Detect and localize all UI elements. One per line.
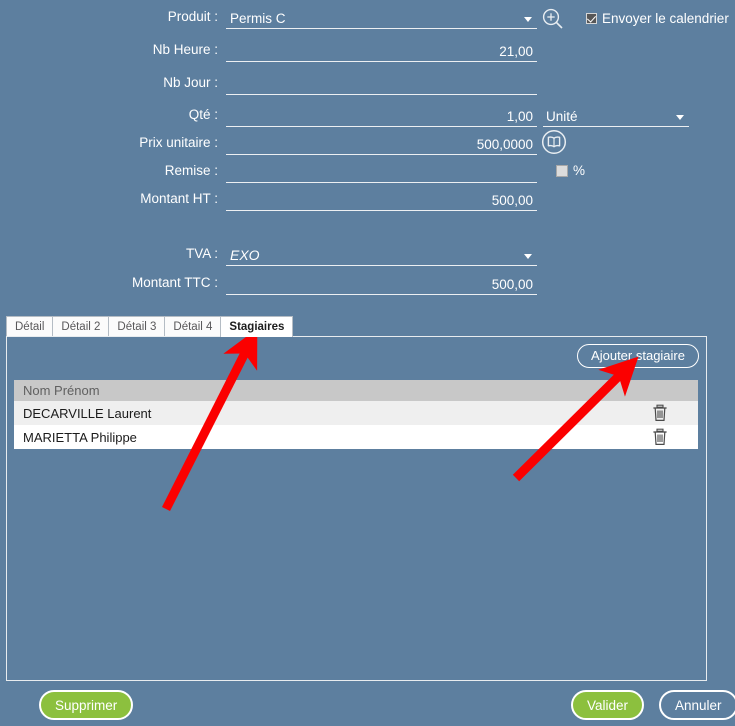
label-qte: Qté : bbox=[188, 107, 218, 122]
form-row-nb-heure: Nb Heure : 21,00 bbox=[0, 39, 735, 67]
value-tva: EXO bbox=[230, 247, 260, 263]
validate-button[interactable]: Valider bbox=[571, 690, 645, 720]
checkbox-checked-icon[interactable] bbox=[586, 13, 597, 24]
label-prix-unitaire: Prix unitaire : bbox=[139, 135, 218, 150]
value-prix-unitaire: 500,0000 bbox=[476, 137, 533, 152]
magnifier-plus-icon[interactable] bbox=[540, 6, 566, 32]
tab-detail-2[interactable]: Détail 2 bbox=[52, 316, 110, 337]
form-row-tva: TVA : EXO bbox=[0, 243, 735, 271]
form-row-remise: Remise : bbox=[0, 160, 735, 188]
chevron-down-icon bbox=[524, 17, 532, 22]
label-nb-heure: Nb Heure : bbox=[152, 42, 218, 57]
delete-button[interactable]: Supprimer bbox=[39, 690, 134, 720]
label-montant-ttc: Montant TTC : bbox=[131, 275, 218, 290]
table-column-header-nom-prenom: Nom Prénom bbox=[14, 380, 698, 401]
tab-detail[interactable]: Détail bbox=[6, 316, 54, 337]
book-icon[interactable] bbox=[541, 129, 567, 155]
input-qte[interactable]: 1,00 bbox=[226, 104, 537, 127]
label-nb-jour: Nb Jour : bbox=[163, 75, 218, 90]
cancel-button[interactable]: Annuler bbox=[659, 690, 735, 720]
label-montant-ht: Montant HT : bbox=[140, 191, 218, 206]
input-montant-ht[interactable]: 500,00 bbox=[226, 188, 537, 211]
label-remise: Remise : bbox=[164, 163, 218, 178]
value-qte: 1,00 bbox=[506, 109, 533, 124]
checkbox-envoyer-calendrier[interactable]: Envoyer le calendrier bbox=[586, 11, 729, 26]
checkbox-remise-percent[interactable]: % bbox=[556, 163, 585, 178]
value-produit: Permis C bbox=[230, 11, 286, 26]
trash-icon[interactable] bbox=[650, 427, 670, 447]
chevron-down-icon bbox=[676, 115, 684, 120]
product-line-dialog: Produit : Permis C Envoyer le calendrier… bbox=[0, 0, 735, 726]
tab-bar: Détail Détail 2 Détail 3 Détail 4 Stagia… bbox=[6, 316, 294, 337]
form-row-montant-ht: Montant HT : 500,00 bbox=[0, 188, 735, 216]
checkbox-envoyer-calendrier-label: Envoyer le calendrier bbox=[602, 11, 729, 26]
value-unite: Unité bbox=[546, 109, 578, 124]
stagiaire-name: MARIETTA Philippe bbox=[23, 429, 137, 445]
label-tva: TVA : bbox=[185, 246, 218, 261]
value-nb-heure: 21,00 bbox=[499, 44, 533, 59]
product-form: Produit : Permis C Envoyer le calendrier… bbox=[0, 0, 735, 305]
label-produit: Produit : bbox=[167, 9, 218, 24]
trash-icon[interactable] bbox=[650, 403, 670, 423]
stagiaire-name: DECARVILLE Laurent bbox=[23, 405, 152, 421]
table-row[interactable]: MARIETTA Philippe bbox=[14, 425, 698, 449]
value-montant-ttc: 500,00 bbox=[491, 277, 533, 292]
select-produit[interactable]: Permis C bbox=[226, 6, 537, 29]
tab-detail-4[interactable]: Détail 4 bbox=[164, 316, 222, 337]
value-montant-ht: 500,00 bbox=[491, 193, 533, 208]
tab-stagiaires[interactable]: Stagiaires bbox=[220, 316, 294, 337]
chevron-down-icon bbox=[524, 254, 532, 259]
select-tva[interactable]: EXO bbox=[226, 243, 537, 266]
input-prix-unitaire[interactable]: 500,0000 bbox=[226, 132, 537, 155]
input-nb-jour[interactable] bbox=[226, 72, 537, 95]
checkbox-unchecked-icon[interactable] bbox=[556, 164, 568, 177]
stagiaires-panel: Ajouter stagiaire Nom Prénom DECARVILLE … bbox=[6, 336, 707, 681]
form-row-prix-unitaire: Prix unitaire : 500,0000 bbox=[0, 132, 735, 160]
input-montant-ttc[interactable]: 500,00 bbox=[226, 272, 537, 295]
form-row-nb-jour: Nb Jour : bbox=[0, 72, 735, 100]
tab-detail-3[interactable]: Détail 3 bbox=[108, 316, 166, 337]
stagiaires-table: Nom Prénom DECARVILLE Laurent MARIETTA P… bbox=[14, 380, 698, 449]
select-unite[interactable]: Unité bbox=[543, 104, 689, 127]
percent-label: % bbox=[573, 163, 586, 178]
table-row[interactable]: DECARVILLE Laurent bbox=[14, 401, 698, 425]
input-remise[interactable] bbox=[226, 160, 537, 183]
input-nb-heure[interactable]: 21,00 bbox=[226, 39, 537, 62]
add-stagiaire-button[interactable]: Ajouter stagiaire bbox=[577, 344, 699, 368]
form-row-montant-ttc: Montant TTC : 500,00 bbox=[0, 272, 735, 300]
